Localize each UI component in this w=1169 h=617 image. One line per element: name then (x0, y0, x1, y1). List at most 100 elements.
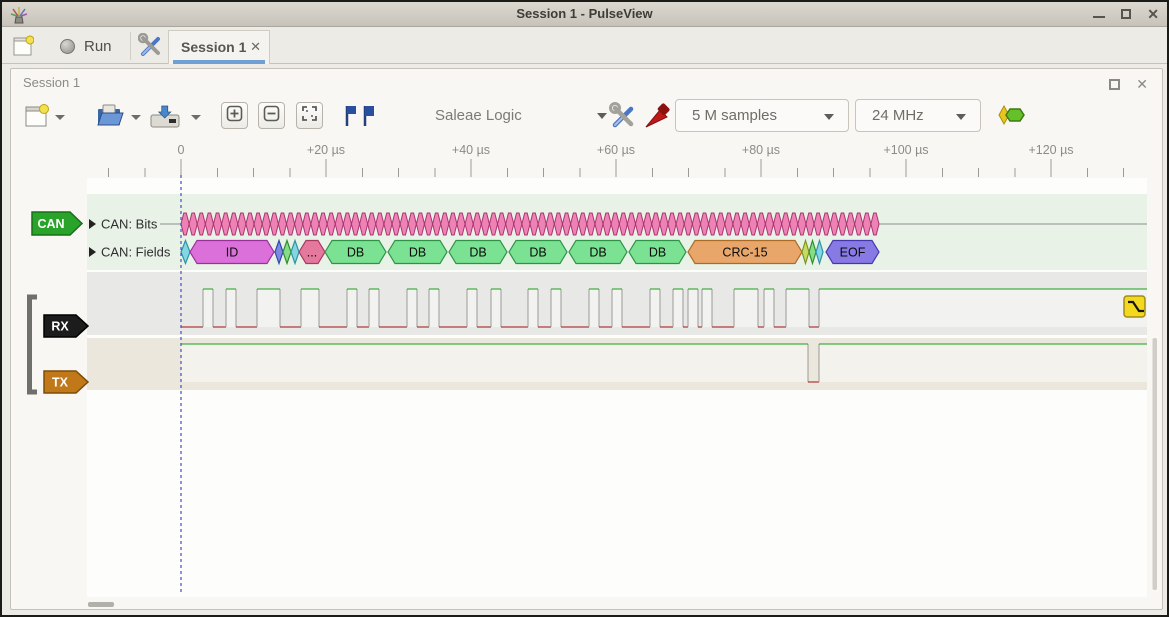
zoom-in-button[interactable] (221, 102, 248, 129)
panel-close-icon[interactable]: ✕ (1136, 76, 1148, 93)
ruler-label: +80 µs (742, 143, 780, 157)
channel-tab-rx[interactable]: RX (44, 315, 88, 337)
field-annotation-label: DB (469, 246, 486, 260)
trigger-badge[interactable] (1124, 296, 1145, 317)
wave-high-fill (589, 289, 599, 327)
channel-tab-rx-label: RX (51, 320, 69, 334)
add-decoder-button[interactable] (997, 105, 1027, 130)
wave-high-fill (650, 289, 660, 327)
panel-restore-icon[interactable] (1109, 79, 1120, 90)
channel-group-bracket[interactable] (30, 297, 38, 392)
time-ruler[interactable]: 0 +20 µs +40 µs +60 µs +80 µs +100 µs +120 µs (109, 143, 1124, 177)
probe-button[interactable] (643, 102, 671, 135)
add-decoder-icon (997, 112, 1027, 129)
wave-high-fill (764, 289, 774, 327)
zoom-in-icon (226, 105, 243, 127)
run-led-icon (60, 39, 75, 54)
minimize-icon[interactable] (1093, 10, 1105, 18)
close-icon[interactable]: ✕ (1147, 5, 1159, 23)
maximize-icon[interactable] (1121, 9, 1131, 19)
zoom-out-button[interactable] (258, 102, 285, 129)
wave-high-fill (551, 289, 561, 327)
sample-rate-dropdown-icon (956, 114, 966, 120)
wave-high-fill (734, 289, 758, 327)
trigger-marker[interactable] (1124, 296, 1145, 317)
device-config-icon (609, 117, 637, 134)
zoom-fit-icon (301, 105, 318, 127)
field-annotation-label: DB (347, 246, 364, 260)
tab-close-icon[interactable]: ✕ (250, 39, 261, 55)
save-dropdown-icon[interactable] (191, 115, 201, 120)
open-dropdown-icon[interactable] (131, 115, 141, 120)
new-file-dropdown-icon[interactable] (55, 115, 65, 120)
vertical-scrollbar-handle[interactable] (1153, 338, 1158, 590)
probe-icon (643, 117, 671, 134)
can-fields-annotations[interactable]: ID...DBDBDBDBDBDBCRC-15EOF (181, 241, 879, 264)
wave-high-fill (491, 289, 501, 327)
new-file-button[interactable] (23, 103, 49, 134)
decoder-flags-icon (341, 115, 375, 132)
wave-high-fill (467, 289, 477, 327)
save-button[interactable] (149, 103, 181, 134)
session-toolbar: Saleae Logic (11, 97, 1162, 137)
run-button[interactable]: Run (54, 33, 118, 59)
row-label-can-bits: CAN: Bits (101, 217, 158, 232)
field-annotation-label: DB (529, 246, 546, 260)
sample-count-select[interactable]: 5 M samples (675, 99, 849, 132)
wave-high-fill (688, 289, 698, 327)
wave-high-fill (819, 289, 1147, 327)
wave-high-fill (203, 289, 213, 327)
field-annotation-label: DB (589, 246, 606, 260)
wave-high-fill (819, 344, 1147, 382)
decoder-tab-label: CAN (37, 217, 64, 231)
sample-rate-select[interactable]: 24 MHz (855, 99, 981, 132)
field-annotation-label: DB (409, 246, 426, 260)
decoder-flags-button[interactable] (341, 104, 375, 133)
sample-count-dropdown-icon (824, 114, 834, 120)
device-config-button[interactable] (609, 102, 637, 135)
ruler-label: +60 µs (597, 143, 635, 157)
wave-high-fill (673, 289, 683, 327)
wave-high-fill (369, 289, 379, 327)
decoder-tab-can[interactable]: CAN (32, 212, 82, 235)
field-annotation-label: EOF (840, 246, 866, 260)
ruler-label: +120 µs (1028, 143, 1073, 157)
horizontal-scrollbar-handle[interactable] (88, 602, 114, 607)
sample-count-value: 5 M samples (676, 107, 777, 124)
device-dropdown-icon (597, 113, 607, 119)
save-icon (149, 116, 181, 133)
channel-tab-tx-label: TX (52, 376, 69, 390)
zoom-fit-button[interactable] (296, 102, 323, 129)
run-button-label: Run (84, 38, 112, 55)
wave-high-fill (226, 289, 236, 327)
window-title: Session 1 - PulseView (2, 6, 1167, 21)
field-annotation-label: ... (307, 246, 317, 260)
pulseview-window: Session 1 - PulseView ✕ Run (0, 0, 1169, 617)
device-selector-value: Saleae Logic (435, 107, 522, 124)
ruler-label: +20 µs (307, 143, 345, 157)
tab-active-indicator (173, 60, 265, 64)
wave-high-fill (429, 289, 439, 327)
ruler-label: +40 µs (452, 143, 490, 157)
trace-view[interactable]: 0+20 µs+40 µs+60 µs+80 µs+100 µs+120 µsI… (11, 136, 1162, 609)
device-selector[interactable]: Saleae Logic (435, 99, 607, 132)
title-bar[interactable]: Session 1 - PulseView ✕ (2, 2, 1167, 27)
wave-high-fill (528, 289, 538, 327)
open-button[interactable] (95, 103, 125, 134)
settings-button[interactable] (138, 33, 166, 59)
tab-label: Session 1 (181, 39, 246, 55)
new-session-button[interactable] (10, 33, 40, 59)
wave-high-fill (702, 289, 712, 327)
tab-session-1[interactable]: Session 1 ✕ (168, 30, 270, 64)
ruler-label: +100 µs (883, 143, 928, 157)
session-panel-title: Session 1 (23, 75, 80, 90)
zoom-out-icon (263, 105, 280, 127)
field-annotation-label: CRC-15 (722, 246, 767, 260)
new-session-icon (12, 44, 34, 61)
wave-high-fill (257, 289, 280, 327)
settings-icon (138, 46, 164, 63)
channel-tab-tx[interactable]: TX (44, 371, 88, 393)
main-toolbar: Run Session 1 ✕ (2, 28, 1167, 64)
ruler-label: 0 (178, 143, 185, 157)
tx-waveform[interactable] (181, 344, 1147, 382)
